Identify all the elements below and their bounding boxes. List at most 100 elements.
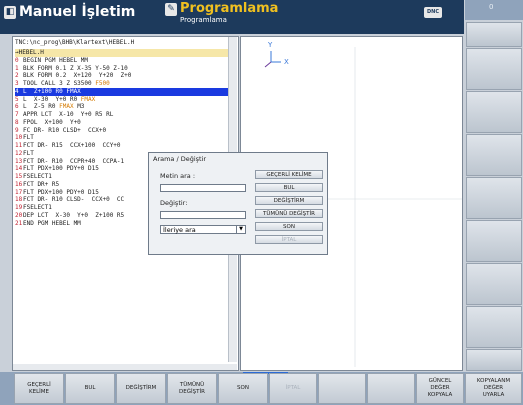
line-number: 10: [15, 134, 23, 142]
vertical-softkey-3[interactable]: [466, 91, 522, 133]
line-text: BLK FORM 0.2 X+120 Y+20 Z+0: [23, 72, 132, 80]
softkey-cancel[interactable]: İPTAL: [269, 373, 317, 404]
program-mode-subtitle: Programlama: [180, 16, 227, 24]
line-number: 19: [15, 204, 23, 211]
line-text: END PGM HEBEL MM: [23, 219, 81, 227]
line-text: FCT DR- R10 CLSD- CCX+0 CC: [23, 196, 125, 204]
program-line[interactable]: 2 BLK FORM 0.2 X+120 Y+20 Z+0: [15, 72, 233, 80]
program-line[interactable]: 6 L Z-5 R0 FMAX M3: [15, 103, 233, 111]
replace-button[interactable]: DEĞİŞTİRM: [255, 196, 323, 205]
vertical-softkey-5[interactable]: [466, 177, 522, 219]
end-button[interactable]: SON: [255, 222, 323, 231]
program-line[interactable]: 5 L X-30 Y+0 R0 FMAX: [15, 96, 233, 104]
vertical-softkey-7[interactable]: [466, 263, 522, 305]
line-text: FC DR- R10 CLSD+ CCX+0: [23, 126, 107, 134]
dnc-icon[interactable]: DNC: [424, 7, 442, 18]
file-tab[interactable]: →HEBEL.H: [15, 49, 233, 57]
program-line[interactable]: 4 L Z+100 R0 FMAX: [15, 87, 233, 96]
chevron-down-icon[interactable]: ▼: [236, 226, 245, 233]
line-number: 4: [15, 87, 19, 95]
line-text: FPOL X+100 Y+0: [23, 118, 81, 126]
softkey-current-word[interactable]: GEÇERLİ KELİME: [14, 373, 64, 404]
program-line[interactable]: 8 FPOL X+100 Y+0: [15, 119, 233, 127]
line-text: TOOL CALL 3 Z S3500: [23, 80, 96, 87]
line-number: 11: [15, 142, 23, 149]
program-line[interactable]: 3 TOOL CALL 3 Z S3500 F500: [15, 80, 233, 88]
line-number: 12: [15, 149, 23, 157]
direction-select[interactable]: İleriye ara ▼: [160, 225, 246, 234]
dialog-title: Arama / Değiştir: [153, 155, 207, 163]
softkey-paste-copied-value[interactable]: KOPYALANM DEĞER UYARLA: [465, 373, 522, 404]
softkey-empty-1[interactable]: [318, 373, 366, 404]
program-mode-title: Programlama: [180, 1, 279, 16]
program-line[interactable]: 11 FCT DR- R15 CCX+100 CCY+0: [15, 142, 233, 150]
line-number: 21: [15, 219, 23, 227]
programming-mode-icon: ✎: [165, 3, 177, 16]
line-text: FCT DR- R10 CCPR+40 CCPA-1: [23, 157, 125, 165]
line-text: FSELECT1: [23, 173, 52, 180]
current-word-button[interactable]: GEÇERLİ KELİME: [255, 170, 323, 179]
replace-input[interactable]: [160, 211, 246, 219]
vertical-softkey-9[interactable]: [466, 349, 522, 371]
find-button[interactable]: BUL: [255, 183, 323, 192]
program-line[interactable]: 10 FLT: [15, 134, 233, 142]
line-text: FCT DR- R15 CCX+100 CCY+0: [23, 142, 121, 149]
line-number: 5: [15, 95, 19, 103]
program-line[interactable]: 1 BLK FORM 0.1 Z X-35 Y-50 Z-10: [15, 65, 233, 73]
line-number: 0: [15, 56, 19, 64]
line-number: 7: [15, 111, 19, 118]
editor-horizontal-scrollbar[interactable]: [13, 364, 237, 370]
line-number: 14: [15, 165, 23, 173]
machine-mode-label: Manuel İşletim: [19, 4, 136, 20]
feed-value: FMAX: [80, 95, 96, 103]
line-number: 13: [15, 157, 23, 165]
line-text: L X-30 Y+0 R0: [23, 95, 81, 103]
softkey-copy-actual-value[interactable]: GÜNCEL DEĞER KOPYALA: [416, 373, 464, 404]
line-text-suffix: M3: [73, 103, 85, 111]
program-mode[interactable]: ✎ Programlama Programlama: [165, 2, 278, 25]
line-number: 18: [15, 196, 23, 204]
vertical-softkey-2[interactable]: [466, 48, 522, 90]
vertical-softkey-4[interactable]: [466, 134, 522, 176]
feed-value: FMAX: [59, 103, 74, 111]
program-line[interactable]: 7 APPR LCT X-10 Y+0 R5 RL: [15, 111, 233, 119]
line-text: BEGIN PGM HEBEL MM: [23, 56, 89, 64]
manual-mode-icon: ◧: [4, 5, 16, 19]
vertical-softkey-1[interactable]: [466, 22, 522, 47]
line-text: L Z-5 R0: [23, 103, 60, 111]
line-text: FLT: [23, 134, 34, 142]
line-number: 6: [15, 103, 19, 111]
clock-area: 0: [465, 0, 523, 20]
replace-label: Değiştir:: [160, 199, 188, 207]
x-axis-label: X: [284, 58, 289, 66]
line-number: 8: [15, 118, 19, 126]
search-input[interactable]: [160, 184, 246, 192]
y-axis-label: Y: [267, 41, 273, 49]
line-number: 3: [15, 80, 19, 87]
feed-value: F500: [95, 80, 110, 87]
replace-all-button[interactable]: TÜMÜNÜ DEĞİŞTİR: [255, 209, 323, 218]
line-number: 20: [15, 211, 23, 219]
clock-icon: 0: [489, 3, 494, 11]
softkey-end[interactable]: SON: [218, 373, 268, 404]
search-label: Metin ara :: [160, 172, 196, 180]
line-text: FSELECT1: [23, 204, 52, 211]
line-text: FCT DR+ R5: [23, 180, 60, 188]
program-line[interactable]: 0 BEGIN PGM HEBEL MM: [15, 57, 233, 65]
vertical-softkey-6[interactable]: [466, 220, 522, 262]
file-tab-label: →HEBEL.H: [15, 49, 44, 56]
line-text: FLT: [23, 149, 34, 157]
program-line[interactable]: 9 FC DR- R10 CLSD+ CCX+0: [15, 127, 233, 135]
line-number: 17: [15, 188, 23, 196]
softkey-replace-all[interactable]: TÜMÜNÜ DEĞİŞTİR: [167, 373, 217, 404]
softkey-replace[interactable]: DEĞİŞTİRM: [116, 373, 166, 404]
line-number: 16: [15, 180, 23, 188]
line-text: DEP LCT X-30 Y+0 Z+100 R5: [23, 211, 125, 219]
machine-mode[interactable]: ◧ Manuel İşletim: [4, 4, 135, 20]
coordinate-axes-icon: Y X: [264, 41, 289, 68]
mode-header: ◧ Manuel İşletim ✎ Programlama Programla…: [0, 0, 464, 34]
vertical-softkey-8[interactable]: [466, 306, 522, 348]
softkey-empty-2[interactable]: [367, 373, 415, 404]
softkey-find[interactable]: BUL: [65, 373, 115, 404]
cancel-button[interactable]: İPTAL: [255, 235, 323, 244]
